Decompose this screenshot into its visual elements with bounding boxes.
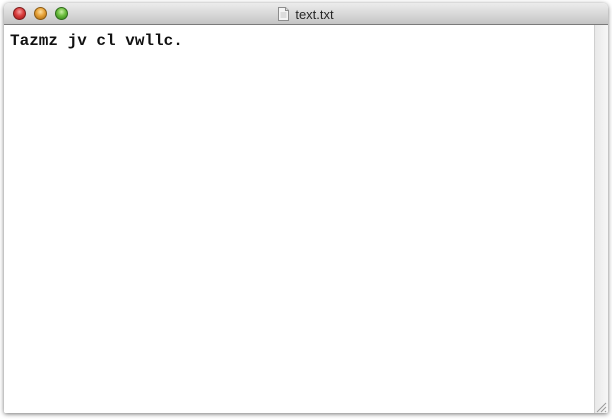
zoom-button[interactable] <box>55 7 68 20</box>
text-editor-window: text.txt Tazmz jv cl vwllc. <box>4 3 608 413</box>
vertical-scrollbar[interactable] <box>594 25 608 413</box>
close-button[interactable] <box>13 7 26 20</box>
window-title-text: text.txt <box>295 6 334 22</box>
text-area[interactable]: Tazmz jv cl vwllc. <box>4 25 594 413</box>
resize-grip-icon[interactable] <box>595 400 607 413</box>
document-icon <box>278 7 290 21</box>
title-bar[interactable]: text.txt <box>4 3 608 25</box>
window-title: text.txt <box>4 3 608 25</box>
minimize-button[interactable] <box>34 7 47 20</box>
